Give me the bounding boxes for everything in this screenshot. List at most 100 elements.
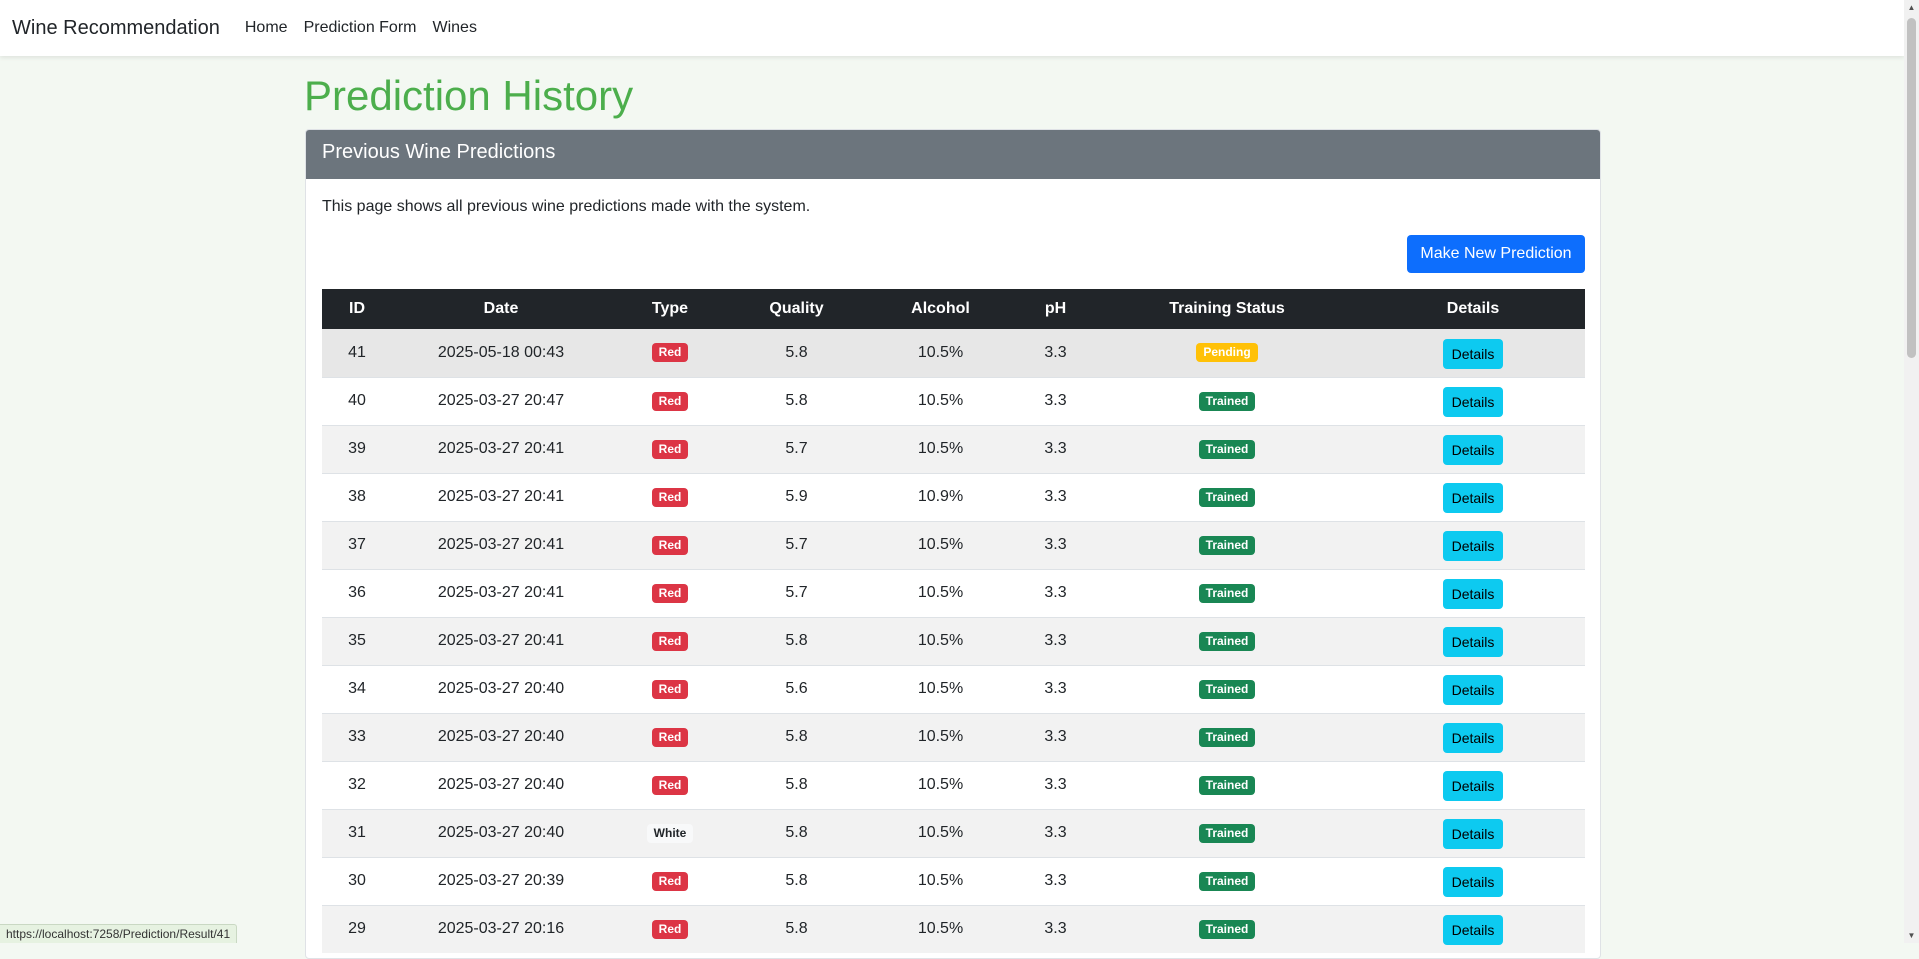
details-button[interactable]: Details: [1442, 531, 1504, 561]
cell-training-status: Trained: [1093, 856, 1361, 905]
cell-alcohol: 10.5%: [863, 424, 1018, 473]
status-badge: Trained: [1198, 439, 1256, 459]
header-alcohol: Alcohol: [863, 289, 1018, 329]
cell-training-status: Trained: [1093, 904, 1361, 953]
scroll-up-arrow-icon[interactable]: ▲: [1904, 0, 1919, 15]
cell-date: 2025-03-27 20:40: [392, 808, 610, 857]
nav-link-wines[interactable]: Wines: [432, 19, 476, 37]
cell-training-status: Trained: [1093, 760, 1361, 809]
table-row: 29 2025-03-27 20:16 Red 5.8 10.5% 3.3 Trained D…: [322, 904, 1585, 953]
cell-training-status: Trained: [1093, 664, 1361, 713]
table-row: 30 2025-03-27 20:39 Red 5.8 10.5% 3.3 Trained D…: [322, 856, 1585, 905]
details-button[interactable]: Details: [1442, 915, 1504, 946]
details-button[interactable]: Details: [1442, 723, 1504, 753]
status-badge: Trained: [1198, 631, 1256, 651]
nav-link-home[interactable]: Home: [245, 19, 288, 37]
cell-date: 2025-03-27 20:40: [392, 760, 610, 809]
cell-type: Red: [610, 329, 730, 377]
cell-date: 2025-03-27 20:41: [392, 520, 610, 569]
cell-id: 30: [322, 856, 392, 905]
cell-quality: 5.7: [730, 520, 863, 569]
status-badge: Trained: [1198, 487, 1256, 507]
cell-type: Red: [610, 472, 730, 521]
table-row: 33 2025-03-27 20:40 Red 5.8 10.5% 3.3 Trained D…: [322, 712, 1585, 761]
cell-details: Details: [1361, 376, 1585, 425]
cell-alcohol: 10.5%: [863, 329, 1018, 377]
table-row: 34 2025-03-27 20:40 Red 5.6 10.5% 3.3 Trained D…: [322, 664, 1585, 713]
nav-link-prediction-form[interactable]: Prediction Form: [304, 19, 417, 37]
details-button[interactable]: Details: [1442, 338, 1504, 369]
header-training-status: Training Status: [1093, 289, 1361, 329]
cell-quality: 5.9: [730, 472, 863, 521]
brand-link[interactable]: Wine Recommendation: [12, 17, 220, 40]
type-badge: Red: [651, 727, 689, 747]
details-button[interactable]: Details: [1442, 387, 1504, 417]
table-row: 31 2025-03-27 20:40 White 5.8 10.5% 3.3 Traine…: [322, 808, 1585, 857]
cell-details: Details: [1361, 424, 1585, 473]
type-badge: Red: [651, 439, 689, 459]
scroll-thumb[interactable]: [1907, 18, 1916, 358]
details-button[interactable]: Details: [1442, 819, 1504, 849]
details-button[interactable]: Details: [1442, 771, 1504, 801]
cell-alcohol: 10.5%: [863, 568, 1018, 617]
cell-date: 2025-03-27 20:41: [392, 424, 610, 473]
type-badge: Red: [651, 487, 689, 507]
details-button[interactable]: Details: [1442, 483, 1504, 513]
cell-training-status: Trained: [1093, 808, 1361, 857]
cell-date: 2025-03-27 20:41: [392, 568, 610, 617]
type-badge: Red: [651, 679, 689, 699]
cell-alcohol: 10.5%: [863, 616, 1018, 665]
header-type: Type: [610, 289, 730, 329]
cell-details: Details: [1361, 856, 1585, 905]
cell-date: 2025-03-27 20:40: [392, 712, 610, 761]
status-badge: Trained: [1198, 775, 1256, 795]
page-scrollbar[interactable]: ▲ ▼: [1904, 0, 1919, 943]
cell-training-status: Trained: [1093, 712, 1361, 761]
cell-quality: 5.8: [730, 904, 863, 953]
link-preview-url: https://localhost:7258/Prediction/Result…: [0, 924, 238, 943]
table-row: 36 2025-03-27 20:41 Red 5.7 10.5% 3.3 Trained D…: [322, 568, 1585, 617]
cell-details: Details: [1361, 472, 1585, 521]
cell-quality: 5.7: [730, 568, 863, 617]
cell-id: 35: [322, 616, 392, 665]
make-new-prediction-button[interactable]: Make New Prediction: [1407, 235, 1585, 273]
cell-date: 2025-03-27 20:41: [392, 472, 610, 521]
cell-ph: 3.3: [1018, 856, 1093, 905]
cell-type: Red: [610, 568, 730, 617]
cell-training-status: Trained: [1093, 472, 1361, 521]
details-button[interactable]: Details: [1442, 579, 1504, 609]
cell-ph: 3.3: [1018, 616, 1093, 665]
cell-details: Details: [1361, 712, 1585, 761]
cell-quality: 5.8: [730, 712, 863, 761]
cell-ph: 3.3: [1018, 712, 1093, 761]
cell-id: 29: [322, 904, 392, 953]
cell-ph: 3.3: [1018, 520, 1093, 569]
card-description: This page shows all previous wine predic…: [322, 198, 811, 215]
cell-quality: 5.8: [730, 329, 863, 377]
cell-alcohol: 10.9%: [863, 472, 1018, 521]
cell-type: Red: [610, 664, 730, 713]
type-badge: Red: [651, 391, 689, 411]
cell-date: 2025-03-27 20:41: [392, 616, 610, 665]
details-button[interactable]: Details: [1442, 435, 1504, 465]
cell-alcohol: 10.5%: [863, 712, 1018, 761]
cell-type: Red: [610, 712, 730, 761]
details-button[interactable]: Details: [1442, 675, 1504, 705]
cell-date: 2025-03-27 20:40: [392, 664, 610, 713]
details-button[interactable]: Details: [1442, 627, 1504, 657]
type-badge: Red: [651, 775, 689, 795]
table-row: 40 2025-03-27 20:47 Red 5.8 10.5% 3.3 Trained D…: [322, 376, 1585, 425]
top-navbar: Wine Recommendation Home Prediction Form…: [0, 0, 1904, 56]
cell-type: Red: [610, 616, 730, 665]
details-button[interactable]: Details: [1442, 867, 1504, 897]
type-badge: Red: [651, 583, 689, 603]
scroll-down-arrow-icon[interactable]: ▼: [1904, 928, 1919, 943]
header-quality: Quality: [730, 289, 863, 329]
cell-type: Red: [610, 424, 730, 473]
cell-id: 40: [322, 376, 392, 425]
cell-type: White: [610, 808, 730, 857]
header-ph: pH: [1018, 289, 1093, 329]
type-badge: Red: [651, 343, 689, 363]
cell-alcohol: 10.5%: [863, 856, 1018, 905]
status-badge: Trained: [1198, 535, 1256, 555]
